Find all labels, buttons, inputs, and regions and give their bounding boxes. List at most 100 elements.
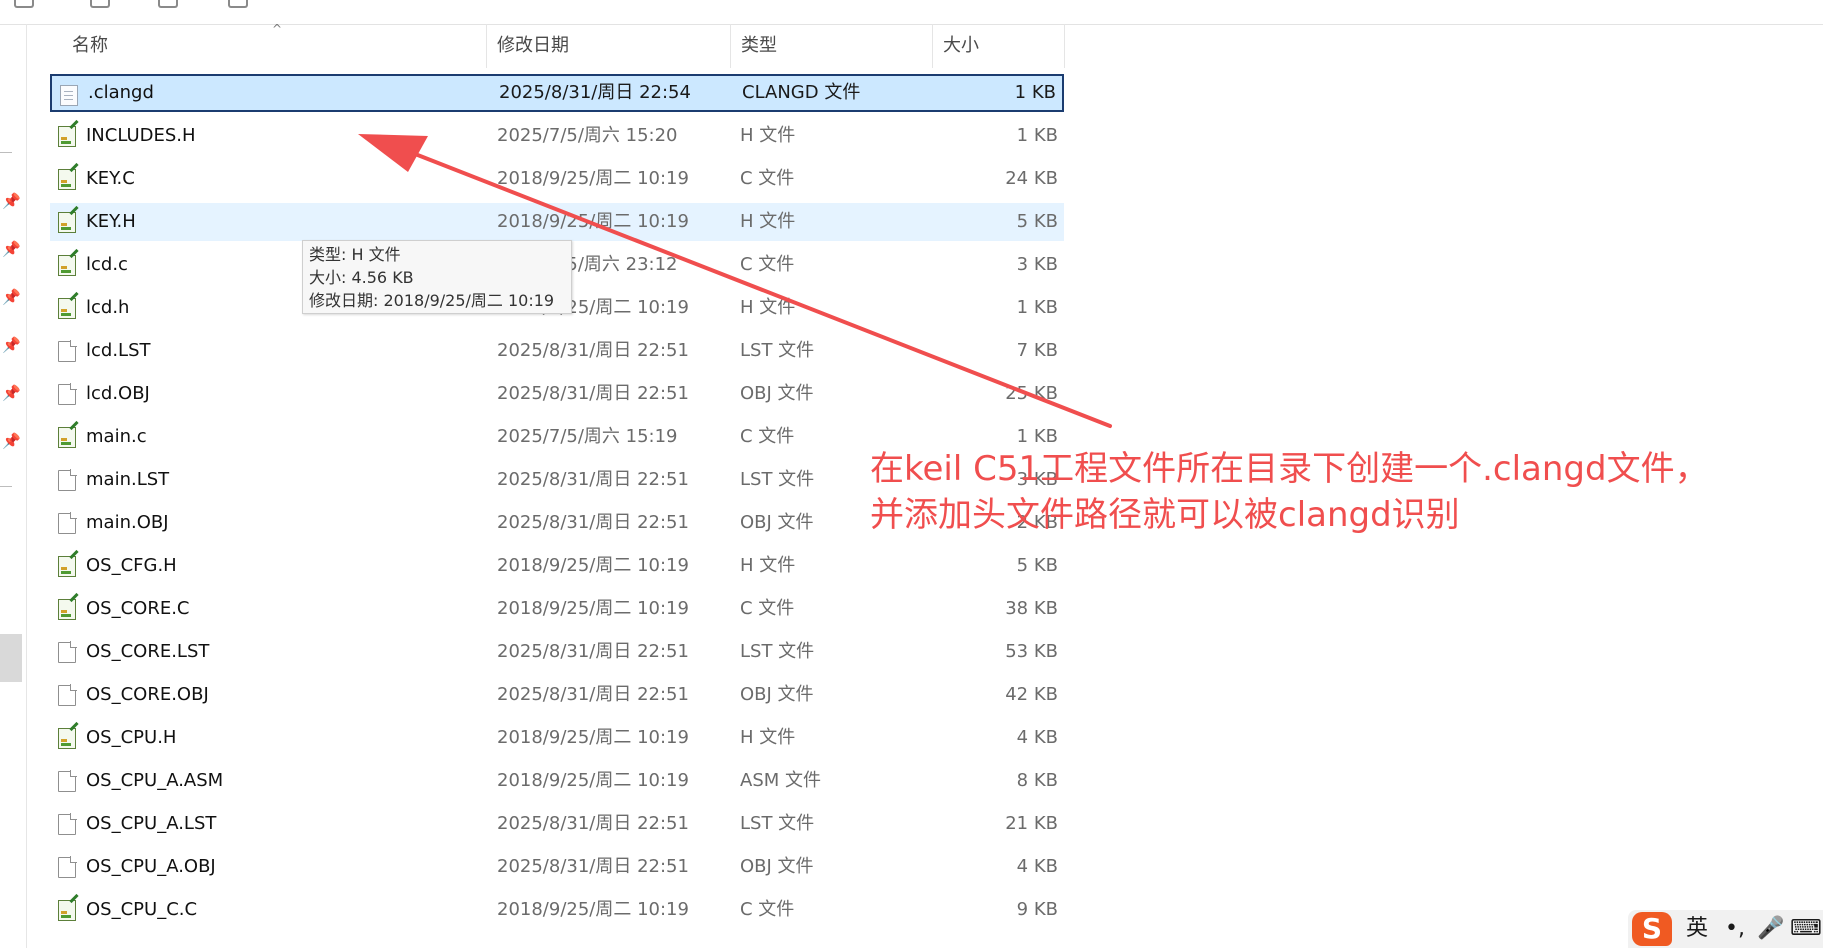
file-name: KEY.C — [86, 168, 135, 189]
file-size: 4 KB — [1016, 727, 1058, 748]
file-size: 5 KB — [1016, 211, 1058, 232]
file-type: ASM 文件 — [740, 770, 821, 791]
file-size: 21 KB — [1005, 813, 1058, 834]
file-size: 53 KB — [1005, 641, 1058, 662]
file-type: C 文件 — [740, 598, 795, 619]
file-size: 1 KB — [1016, 297, 1058, 318]
ime-punctuation-toggle[interactable]: •, — [1720, 910, 1750, 948]
pin-icon[interactable]: 📌 — [2, 288, 21, 306]
file-name: main.LST — [86, 469, 170, 490]
file-row[interactable]: OS_CPU_A.OBJ 2025/8/31/周日 22:51 OBJ 文件 4 KB — [50, 848, 1064, 886]
file-row[interactable]: OS_CORE.C 2018/9/25/周二 10:19 C 文件 38 KB — [50, 590, 1064, 628]
tooltip-size: 大小: 4.56 KB — [309, 268, 414, 287]
file-row[interactable]: .clangd 2025/8/31/周日 22:54 CLANGD 文件 1 KB — [50, 74, 1064, 112]
file-name: lcd.h — [86, 297, 130, 318]
generic-file-icon — [58, 469, 77, 491]
pin-icon[interactable]: 📌 — [2, 240, 21, 258]
file-row[interactable]: OS_CPU_A.LST 2025/8/31/周日 22:51 LST 文件 21 K… — [50, 805, 1064, 843]
file-date: 2018/9/25/周二 10:19 — [497, 727, 689, 748]
file-type: H 文件 — [740, 211, 796, 232]
file-row[interactable]: OS_CORE.OBJ 2025/8/31/周日 22:51 OBJ 文件 42 KB — [50, 676, 1064, 714]
file-row[interactable]: OS_CPU.H 2018/9/25/周二 10:19 H 文件 4 KB — [50, 719, 1064, 757]
file-date: 2025/8/31/周日 22:51 — [497, 512, 689, 533]
pin-icon[interactable]: 📌 — [2, 432, 21, 450]
ime-language-toggle[interactable]: 英 — [1682, 910, 1712, 948]
file-type: LST 文件 — [740, 340, 815, 361]
sogou-logo-icon[interactable]: S — [1632, 912, 1672, 946]
file-date: 2025/8/31/周日 22:51 — [497, 856, 689, 877]
file-size: 24 KB — [1005, 168, 1058, 189]
generic-file-icon — [58, 770, 77, 792]
generic-file-icon — [58, 641, 77, 663]
file-date: 2018/9/25/周二 10:19 — [497, 598, 689, 619]
file-date: 2018/9/25/周二 10:19 — [497, 555, 689, 576]
file-size: 3 KB — [1016, 254, 1058, 275]
file-type: CLANGD 文件 — [742, 82, 861, 103]
column-divider[interactable] — [1064, 24, 1065, 68]
tooltip-date: 修改日期: 2018/9/25/周二 10:19 — [309, 291, 555, 310]
file-size: 9 KB — [1016, 899, 1058, 920]
annotation-line-2: 并添加头文件路径就可以被clangd识别 — [870, 495, 1460, 535]
generic-file-icon — [58, 856, 77, 878]
column-header-name[interactable]: 名称 — [62, 24, 482, 68]
file-name: OS_CPU_C.C — [86, 899, 198, 920]
toolbar-icon[interactable] — [228, 0, 248, 8]
file-name: lcd.c — [86, 254, 128, 275]
file-tooltip: 类型: H 文件 大小: 4.56 KB 修改日期: 2018/9/25/周二 … — [302, 240, 572, 314]
file-date: 2025/8/31/周日 22:51 — [497, 340, 689, 361]
file-row[interactable]: OS_CORE.LST 2025/8/31/周日 22:51 LST 文件 53 KB — [50, 633, 1064, 671]
source-file-icon — [58, 893, 79, 921]
file-type: OBJ 文件 — [740, 512, 814, 533]
file-type: C 文件 — [740, 899, 795, 920]
source-file-icon — [58, 592, 79, 620]
generic-file-icon — [58, 512, 77, 534]
file-row[interactable]: OS_CPU_A.ASM 2018/9/25/周二 10:19 ASM 文件 8 KB — [50, 762, 1064, 800]
file-row[interactable]: KEY.H 2018/9/25/周二 10:19 H 文件 5 KB — [50, 203, 1064, 241]
file-name: lcd.LST — [86, 340, 151, 361]
column-header-type[interactable]: 类型 — [731, 24, 931, 68]
keyboard-icon[interactable]: ⌨ — [1790, 910, 1822, 948]
file-date: 2018/9/25/周二 10:19 — [497, 770, 689, 791]
file-row[interactable]: KEY.C 2018/9/25/周二 10:19 C 文件 24 KB — [50, 160, 1064, 198]
file-row[interactable]: OS_CPU_C.C 2018/9/25/周二 10:19 C 文件 9 KB — [50, 891, 1064, 929]
annotation-line-1: 在keil C51工程文件所在目录下创建一个.clangd文件， — [870, 449, 1709, 489]
file-type: H 文件 — [740, 727, 796, 748]
file-type: OBJ 文件 — [740, 856, 814, 877]
pin-icon[interactable]: 📌 — [2, 384, 21, 402]
file-row[interactable]: lcd.OBJ 2025/8/31/周日 22:51 OBJ 文件 25 KB — [50, 375, 1064, 413]
navigation-pane: 📌 📌 📌 📌 📌 📌 — [0, 24, 27, 948]
source-file-icon — [58, 162, 79, 190]
scrollbar-thumb[interactable] — [0, 634, 22, 682]
toolbar-icon[interactable] — [90, 0, 110, 8]
file-type: OBJ 文件 — [740, 383, 814, 404]
file-date: 2025/7/5/周六 15:20 — [497, 125, 678, 146]
toolbar-icon[interactable] — [14, 0, 34, 8]
file-size: 38 KB — [1005, 598, 1058, 619]
file-type: H 文件 — [740, 125, 796, 146]
toolbar-icon[interactable] — [158, 0, 178, 8]
generic-file-icon — [58, 340, 77, 362]
file-name: .clangd — [88, 82, 154, 103]
file-row[interactable]: OS_CFG.H 2018/9/25/周二 10:19 H 文件 5 KB — [50, 547, 1064, 585]
file-name: KEY.H — [86, 211, 136, 232]
file-row[interactable]: INCLUDES.H 2025/7/5/周六 15:20 H 文件 1 KB — [50, 117, 1064, 155]
file-type: C 文件 — [740, 426, 795, 447]
microphone-icon[interactable]: 🎤 — [1756, 910, 1786, 948]
pin-icon[interactable]: 📌 — [2, 192, 21, 210]
file-type: LST 文件 — [740, 813, 815, 834]
pin-icon[interactable]: 📌 — [2, 336, 21, 354]
file-type: C 文件 — [740, 254, 795, 275]
column-header-date[interactable]: 修改日期 — [487, 24, 727, 68]
column-header-size[interactable]: 大小 — [933, 24, 1063, 68]
tooltip-type: 类型: H 文件 — [309, 245, 401, 264]
generic-file-icon — [58, 684, 77, 706]
file-type: C 文件 — [740, 168, 795, 189]
file-size: 1 KB — [1016, 125, 1058, 146]
source-file-icon — [58, 119, 79, 147]
generic-file-icon — [58, 383, 77, 405]
file-name: OS_CPU_A.LST — [86, 813, 217, 834]
file-date: 2025/7/5/周六 15:19 — [497, 426, 678, 447]
file-name: INCLUDES.H — [86, 125, 196, 146]
file-date: 2018/9/25/周二 10:19 — [497, 899, 689, 920]
file-row[interactable]: lcd.LST 2025/8/31/周日 22:51 LST 文件 7 KB — [50, 332, 1064, 370]
